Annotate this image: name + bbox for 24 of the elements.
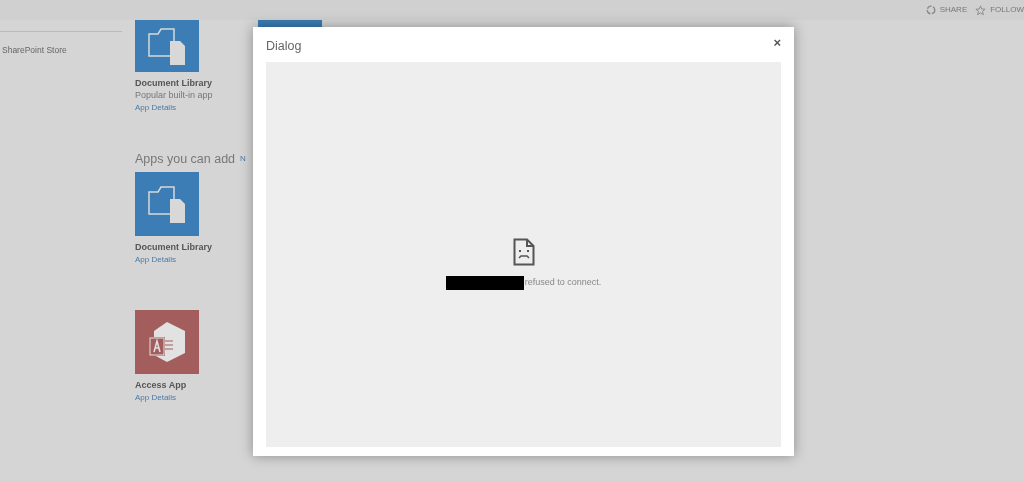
app-tile[interactable] [135,20,199,72]
app-name: Document Library [135,77,213,89]
sad-page-icon [512,238,535,266]
close-button[interactable]: × [773,36,781,49]
sidebar-link[interactable]: SharePoint Store [0,44,122,57]
folder-document-icon [148,183,186,224]
app-description: Popular built-in app [135,89,214,101]
app-tile[interactable] [135,309,199,374]
app-details-link[interactable]: App Details [135,102,249,114]
section-link[interactable]: N [240,153,246,166]
access-database-icon [148,320,186,363]
section-heading: Apps you can add [135,151,236,168]
app-name: Access App [135,378,188,391]
star-icon [975,4,987,16]
folder-document-icon [148,26,186,66]
app-name: Document Library [135,240,213,253]
dialog-title: Dialog [266,38,302,56]
follow-button[interactable]: FOLLOW [975,4,1024,16]
sync-icon [925,5,936,15]
app-details-link[interactable]: App Details [135,253,249,266]
share-button[interactable]: SHARE [925,4,968,16]
app-tile[interactable] [135,171,199,236]
error-message: refused to connect. [524,276,602,290]
app-details-link[interactable]: App Details [135,391,249,404]
